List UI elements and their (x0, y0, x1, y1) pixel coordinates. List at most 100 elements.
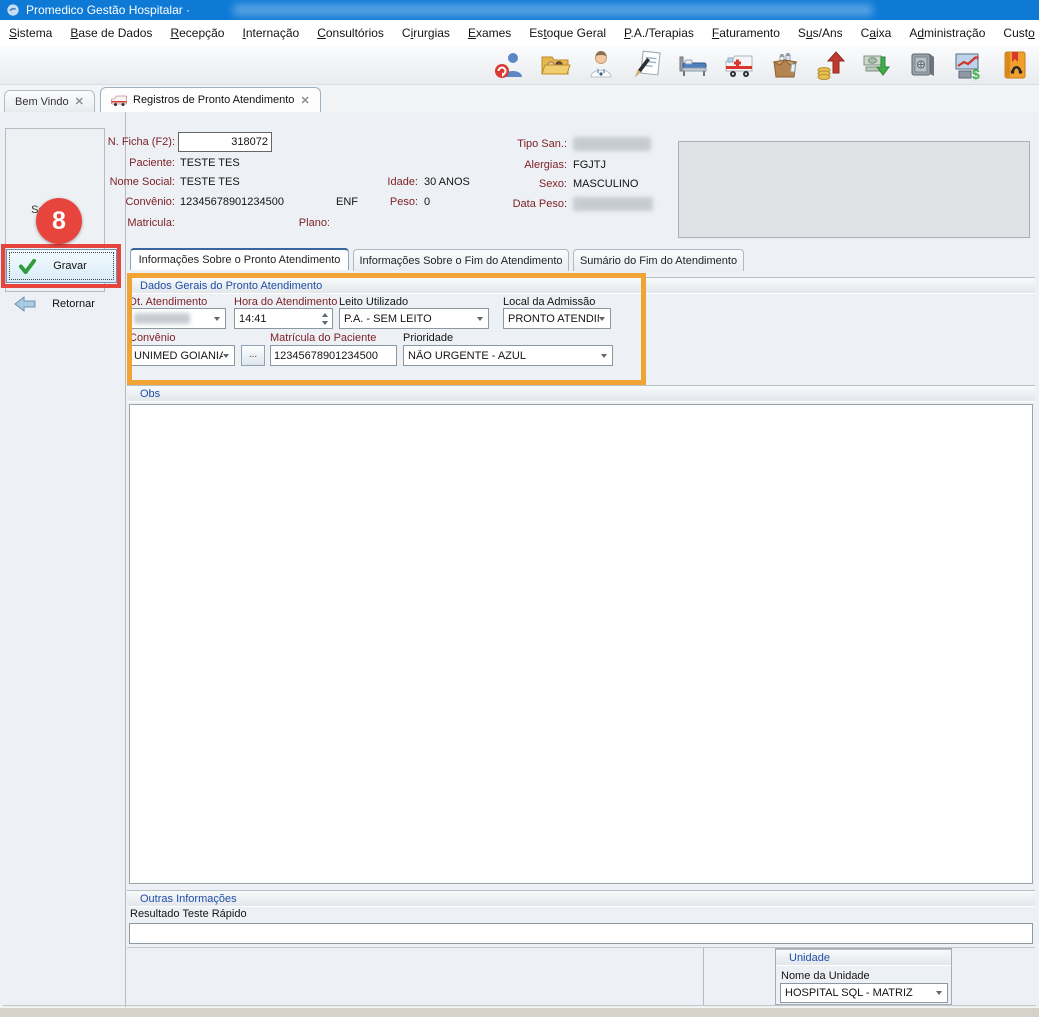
menu-item-caixa[interactable]: Caixa (852, 22, 901, 44)
peso-value: 0 (424, 196, 430, 208)
paciente-label: Paciente: (95, 157, 175, 169)
chevron-down-icon (214, 317, 220, 321)
ficha-input[interactable] (178, 132, 272, 152)
document-pen-icon[interactable] (629, 48, 665, 82)
unidade-panel: Unidade Nome da Unidade HOSPITAL SQL - M… (775, 948, 952, 1005)
menu-item-consultorios[interactable]: Consultórios (308, 22, 393, 44)
menu-item-faturamento[interactable]: Faturamento (703, 22, 789, 44)
peso-label: Peso: (378, 196, 418, 208)
data-peso-label: Data Peso: (480, 198, 567, 210)
tab-informacoes-fim-atendimento[interactable]: Informações Sobre o Fim do Atendimento (353, 249, 569, 271)
dt-atendimento-combo[interactable] (129, 308, 226, 329)
patient-photo-panel (678, 141, 1030, 238)
menu-item-sistema[interactable]: Sistema (0, 22, 61, 44)
group-outras-informacoes: Outras Informações (127, 890, 1035, 907)
menu-item-pa-terapias[interactable]: P.A./Terapias (615, 22, 703, 44)
sexo-value: MASCULINO (573, 178, 638, 190)
menu-item-custo[interactable]: Custo (994, 22, 1039, 44)
ambulance-icon (111, 94, 127, 106)
nome-social-label: Nome Social: (85, 176, 175, 188)
convenio-combo[interactable]: UNIMED GOIANIA (129, 345, 235, 366)
local-admissao-combo[interactable]: PRONTO ATENDIMEI (503, 308, 611, 329)
alergias-label: Alergias: (480, 159, 567, 171)
local-admissao-label: Local da Admissão (503, 296, 595, 308)
tab-sumario-fim-atendimento[interactable]: Sumário do Fim do Atendimento (573, 249, 744, 271)
patients-folder-icon[interactable] (537, 48, 573, 82)
pharmacy-stock-icon[interactable] (767, 48, 803, 82)
prioridade-combo[interactable]: NÃO URGENTE - AZUL (403, 345, 613, 366)
nome-unidade-label: Nome da Unidade (781, 970, 870, 982)
phone-book-icon[interactable] (997, 48, 1033, 82)
title-bar: Promedico Gestão Hospitalar · (0, 0, 1039, 20)
alergias-value: FGJTJ (573, 159, 606, 171)
sexo-label: Sexo: (480, 178, 567, 190)
arrow-left-icon (14, 296, 36, 312)
spinner-arrows-icon[interactable] (322, 313, 328, 325)
group-obs: Obs (127, 385, 1035, 402)
chevron-down-icon (223, 354, 229, 358)
redacted-dt-value (134, 313, 190, 324)
menu-item-administracao[interactable]: Administração (900, 22, 994, 44)
menu-item-recepcao[interactable]: Recepção (161, 22, 233, 44)
matricula-paciente-label: Matrícula do Paciente (270, 332, 376, 344)
close-icon[interactable]: ✕ (75, 95, 84, 108)
hora-atendimento-spinner[interactable]: 14:41 (234, 308, 333, 329)
menu-item-sus-ans[interactable]: Sus/Ans (789, 22, 852, 44)
divider (3, 1005, 1036, 1006)
return-button[interactable]: Retornar (6, 289, 117, 319)
chevron-down-icon (601, 354, 607, 358)
ficha-label: N. Ficha (F2): (95, 136, 175, 148)
leito-utilizado-combo[interactable]: P.A. - SEM LEITO (339, 308, 489, 329)
status-bar (0, 1007, 1039, 1017)
svg-text:$: $ (972, 66, 980, 81)
doctor-icon[interactable] (583, 48, 619, 82)
resultado-teste-rapido-input[interactable] (129, 923, 1033, 944)
hora-atendimento-label: Hora do Atendimento (234, 296, 337, 308)
sync-patient-icon[interactable] (491, 48, 527, 82)
idade-label: Idade: (370, 176, 418, 188)
safe-icon[interactable] (905, 48, 941, 82)
chevron-down-icon (477, 317, 483, 321)
tab-informacoes-pronto-atendimento[interactable]: Informações Sobre o Pronto Atendimento (130, 248, 349, 270)
matricula-paciente-input[interactable] (270, 345, 397, 366)
group-unidade: Unidade (776, 949, 951, 966)
matricula-header-label: Matricula: (95, 217, 175, 229)
menu-item-cirurgias[interactable]: Cirurgias (393, 22, 459, 44)
step-badge: 8 (36, 198, 82, 244)
plano-label: Plano: (290, 217, 330, 229)
hospital-bed-icon[interactable] (675, 48, 711, 82)
app-logo-icon (6, 3, 20, 17)
workspace: Sem Foto 8 Gravar Retornar N. Ficha (F2)… (0, 112, 1039, 1007)
chevron-down-icon (599, 317, 605, 321)
window-title: Promedico Gestão Hospitalar · (26, 3, 190, 17)
redacted-tipo-san-value (573, 137, 651, 151)
menu-item-exames[interactable]: Exames (459, 22, 520, 44)
menu-bar: Sistema Base de Dados Recepção Internaçã… (0, 20, 1039, 45)
revenue-up-icon[interactable] (813, 48, 849, 82)
obs-textarea[interactable] (129, 404, 1033, 884)
menu-item-base-de-dados[interactable]: Base de Dados (61, 22, 161, 44)
redacted-data-peso-value (573, 197, 653, 211)
group-dados-gerais: Dados Gerais do Pronto Atendimento (127, 277, 1035, 294)
enf-value: ENF (336, 196, 358, 208)
chevron-down-icon (936, 991, 942, 995)
ambulance-icon[interactable] (721, 48, 757, 82)
finance-chart-icon[interactable]: $ (951, 48, 987, 82)
close-icon[interactable]: ✕ (300, 94, 309, 107)
resultado-teste-rapido-label: Resultado Teste Rápido (130, 908, 247, 920)
menu-item-estoque-geral[interactable]: Estoque Geral (520, 22, 615, 44)
save-button[interactable]: Gravar (6, 249, 117, 283)
divider (703, 948, 704, 1005)
tab-registros-pronto-atendimento[interactable]: Registros de Pronto Atendimento ✕ (100, 87, 321, 112)
convenio-browse-button[interactable]: ... (241, 345, 265, 366)
menu-item-internacao[interactable]: Internação (233, 22, 308, 44)
nome-unidade-combo[interactable]: HOSPITAL SQL - MATRIZ (780, 983, 948, 1003)
tab-bem-vindo[interactable]: Bem Vindo ✕ (4, 90, 95, 112)
convenio-label: Convênio (129, 332, 175, 344)
document-tab-strip: Bem Vindo ✕ Registros de Pronto Atendime… (0, 85, 1039, 113)
money-receive-icon[interactable] (859, 48, 895, 82)
dt-atendimento-label: Dt. Atendimento (129, 296, 207, 308)
leito-utilizado-label: Leito Utilizado (339, 296, 408, 308)
main-toolbar: $ (0, 45, 1039, 85)
nome-social-value: TESTE TES (180, 176, 240, 188)
